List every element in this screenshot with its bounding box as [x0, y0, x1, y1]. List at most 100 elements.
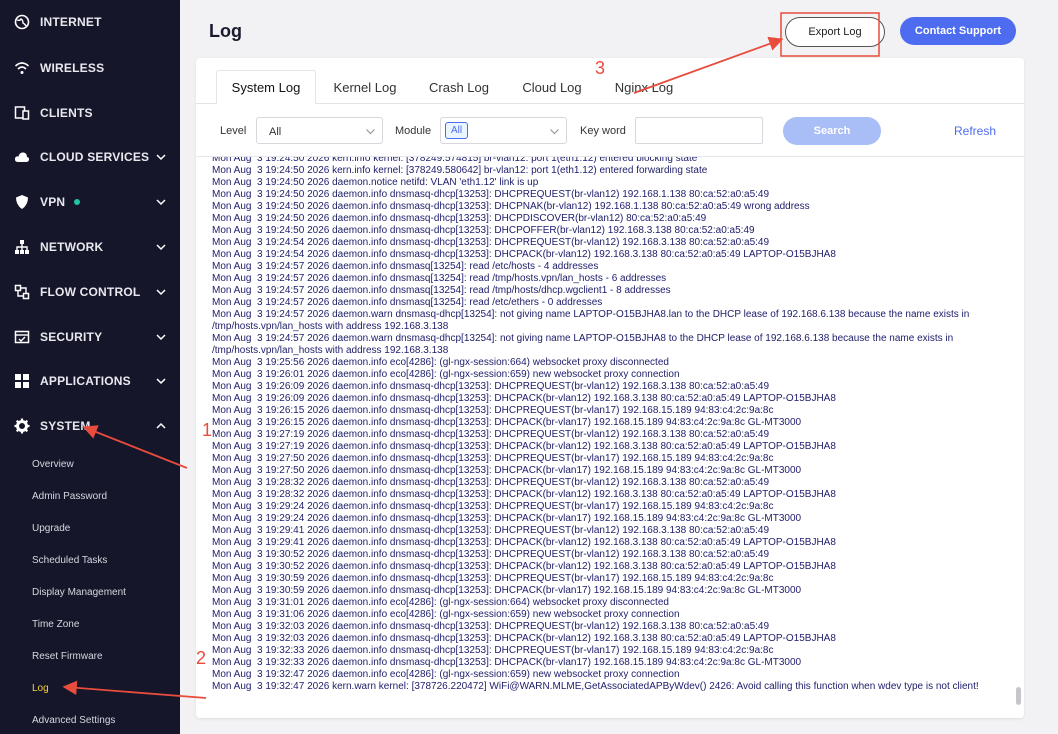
log-line: Mon Aug 3 19:24:50 2026 kern.info kernel… — [212, 165, 708, 176]
export-log-button[interactable]: Export Log — [785, 17, 885, 47]
network-icon — [14, 239, 30, 255]
log-line: Mon Aug 3 19:32:33 2026 daemon.info dnsm… — [212, 657, 802, 668]
log-line: Mon Aug 3 19:27:19 2026 daemon.info dnsm… — [212, 429, 770, 440]
module-label: Module — [395, 125, 432, 137]
sidebar-item-label: CLOUD SERVICES — [40, 150, 150, 164]
keyword-input[interactable] — [635, 117, 763, 144]
log-line: Mon Aug 3 19:29:41 2026 daemon.info dnsm… — [212, 525, 770, 536]
sidebar-item-label: VPN — [40, 195, 66, 209]
sidebar-item-label: SYSTEM — [40, 419, 91, 433]
chevron-down-icon — [155, 152, 167, 162]
log-filters: Level All Module All Key word Search Ref… — [196, 114, 1024, 148]
annotation-label-2: 2 — [196, 648, 207, 668]
annotation-label-1: 1 — [202, 420, 213, 440]
tab-cloud-log[interactable]: Cloud Log — [508, 70, 596, 104]
wifi-icon — [14, 60, 30, 76]
log-line: Mon Aug 3 19:25:56 2026 daemon.info eco[… — [212, 357, 669, 368]
log-line: Mon Aug 3 19:24:50 2026 daemon.notice ne… — [212, 177, 539, 188]
sidebar-item-clients[interactable]: CLIENTS — [0, 97, 180, 129]
security-icon — [14, 329, 30, 345]
sidebar-item-applications[interactable]: APPLICATIONS — [0, 365, 180, 397]
log-lines: Mon Aug 3 19:24:50 2026 kern.info kernel… — [212, 156, 1004, 693]
tab-crash-log[interactable]: Crash Log — [414, 70, 504, 104]
sidebar-subitem-scheduled-tasks[interactable]: Scheduled Tasks — [32, 555, 107, 566]
module-select[interactable]: All — [440, 117, 567, 144]
log-line: Mon Aug 3 19:27:19 2026 daemon.info dnsm… — [212, 441, 836, 452]
log-line: Mon Aug 3 19:24:50 2026 daemon.info dnsm… — [212, 201, 810, 212]
log-line: Mon Aug 3 19:30:52 2026 daemon.info dnsm… — [212, 561, 836, 572]
sidebar-subitem-log[interactable]: Log — [32, 683, 49, 694]
gear-icon — [14, 418, 30, 434]
log-line: Mon Aug 3 19:24:57 2026 daemon.warn dnsm… — [212, 309, 973, 332]
globe-icon — [14, 14, 30, 30]
log-panel: System Log Kernel Log Crash Log Cloud Lo… — [196, 58, 1024, 718]
chevron-up-icon — [155, 421, 167, 431]
sidebar-item-label: NETWORK — [40, 240, 104, 254]
level-select[interactable]: All — [256, 117, 383, 144]
sidebar-item-security[interactable]: SECURITY — [0, 321, 180, 353]
log-line: Mon Aug 3 19:30:52 2026 daemon.info dnsm… — [212, 549, 770, 560]
log-line: Mon Aug 3 19:24:50 2026 kern.info kernel… — [212, 156, 698, 164]
log-line: Mon Aug 3 19:29:41 2026 daemon.info dnsm… — [212, 537, 836, 548]
chevron-down-icon — [155, 197, 167, 207]
chevron-down-icon — [155, 287, 167, 297]
tab-kernel-log[interactable]: Kernel Log — [320, 70, 410, 104]
sidebar-subitem-admin-password[interactable]: Admin Password — [32, 491, 107, 502]
chevron-down-icon — [155, 242, 167, 252]
devices-icon — [14, 105, 30, 121]
apps-icon — [14, 373, 30, 389]
scrollbar-thumb[interactable] — [1016, 687, 1021, 705]
log-viewer[interactable]: Mon Aug 3 19:24:50 2026 kern.info kernel… — [196, 156, 1024, 718]
log-line: Mon Aug 3 19:26:09 2026 daemon.info dnsm… — [212, 381, 770, 392]
annotation-label-3: 3 — [595, 58, 606, 78]
log-line: Mon Aug 3 19:24:57 2026 daemon.info dnsm… — [212, 297, 603, 308]
log-line: Mon Aug 3 19:32:47 2026 daemon.info eco[… — [212, 669, 680, 680]
shield-icon — [14, 194, 30, 210]
contact-support-button[interactable]: Contact Support — [900, 17, 1016, 45]
sidebar-item-cloud-services[interactable]: CLOUD SERVICES — [0, 141, 180, 173]
log-scrollbar[interactable] — [1016, 157, 1022, 718]
sidebar-item-label: CLIENTS — [40, 106, 93, 120]
sidebar-subitem-display-management[interactable]: Display Management — [32, 587, 126, 598]
sidebar-subitem-upgrade[interactable]: Upgrade — [32, 523, 70, 534]
log-line: Mon Aug 3 19:26:15 2026 daemon.info dnsm… — [212, 417, 802, 428]
cloud-icon — [14, 149, 30, 165]
log-line: Mon Aug 3 19:24:54 2026 daemon.info dnsm… — [212, 237, 770, 248]
sidebar-item-flow-control[interactable]: FLOW CONTROL — [0, 276, 180, 308]
log-line: Mon Aug 3 19:24:57 2026 daemon.warn dnsm… — [212, 333, 956, 356]
module-chip[interactable]: All — [445, 122, 469, 139]
sidebar-item-internet[interactable]: INTERNET — [0, 6, 180, 38]
log-line: Mon Aug 3 19:29:24 2026 daemon.info dnsm… — [212, 513, 802, 524]
log-line: Mon Aug 3 19:30:59 2026 daemon.info dnsm… — [212, 573, 774, 584]
sidebar: INTERNET WIRELESS CLIENTS CLOUD SERVICES… — [0, 0, 180, 734]
sidebar-subitem-overview[interactable]: Overview — [32, 459, 74, 470]
tab-nginx-log[interactable]: Nginx Log — [600, 70, 688, 104]
sidebar-item-label: APPLICATIONS — [40, 374, 131, 388]
log-line: Mon Aug 3 19:24:50 2026 daemon.info dnsm… — [212, 213, 707, 224]
tab-system-log[interactable]: System Log — [216, 70, 316, 104]
sidebar-item-label: SECURITY — [40, 330, 103, 344]
log-tabs: System Log Kernel Log Crash Log Cloud Lo… — [196, 70, 1024, 104]
sidebar-subitem-time-zone[interactable]: Time Zone — [32, 619, 79, 630]
search-button[interactable]: Search — [783, 117, 881, 145]
sidebar-item-network[interactable]: NETWORK — [0, 231, 180, 263]
keyword-label: Key word — [580, 125, 626, 137]
sidebar-item-wireless[interactable]: WIRELESS — [0, 52, 180, 84]
sidebar-item-label: FLOW CONTROL — [40, 285, 141, 299]
flow-icon — [14, 284, 30, 300]
refresh-link[interactable]: Refresh — [954, 124, 996, 138]
sidebar-item-label: INTERNET — [40, 15, 102, 29]
chevron-down-icon — [549, 127, 560, 136]
log-line: Mon Aug 3 19:26:09 2026 daemon.info dnsm… — [212, 393, 836, 404]
log-line: Mon Aug 3 19:24:57 2026 daemon.info dnsm… — [212, 261, 599, 272]
sidebar-item-system[interactable]: SYSTEM — [0, 410, 180, 442]
chevron-down-icon — [155, 376, 167, 386]
log-line: Mon Aug 3 19:26:01 2026 daemon.info eco[… — [212, 369, 680, 380]
log-line: Mon Aug 3 19:32:03 2026 daemon.info dnsm… — [212, 621, 770, 632]
sidebar-subitem-reset-firmware[interactable]: Reset Firmware — [32, 651, 103, 662]
log-line: Mon Aug 3 19:31:06 2026 daemon.info eco[… — [212, 609, 680, 620]
sidebar-subitem-advanced-settings[interactable]: Advanced Settings — [32, 715, 115, 726]
sidebar-item-label: WIRELESS — [40, 61, 105, 75]
log-line: Mon Aug 3 19:28:32 2026 daemon.info dnsm… — [212, 477, 770, 488]
sidebar-item-vpn[interactable]: VPN — [0, 186, 180, 218]
